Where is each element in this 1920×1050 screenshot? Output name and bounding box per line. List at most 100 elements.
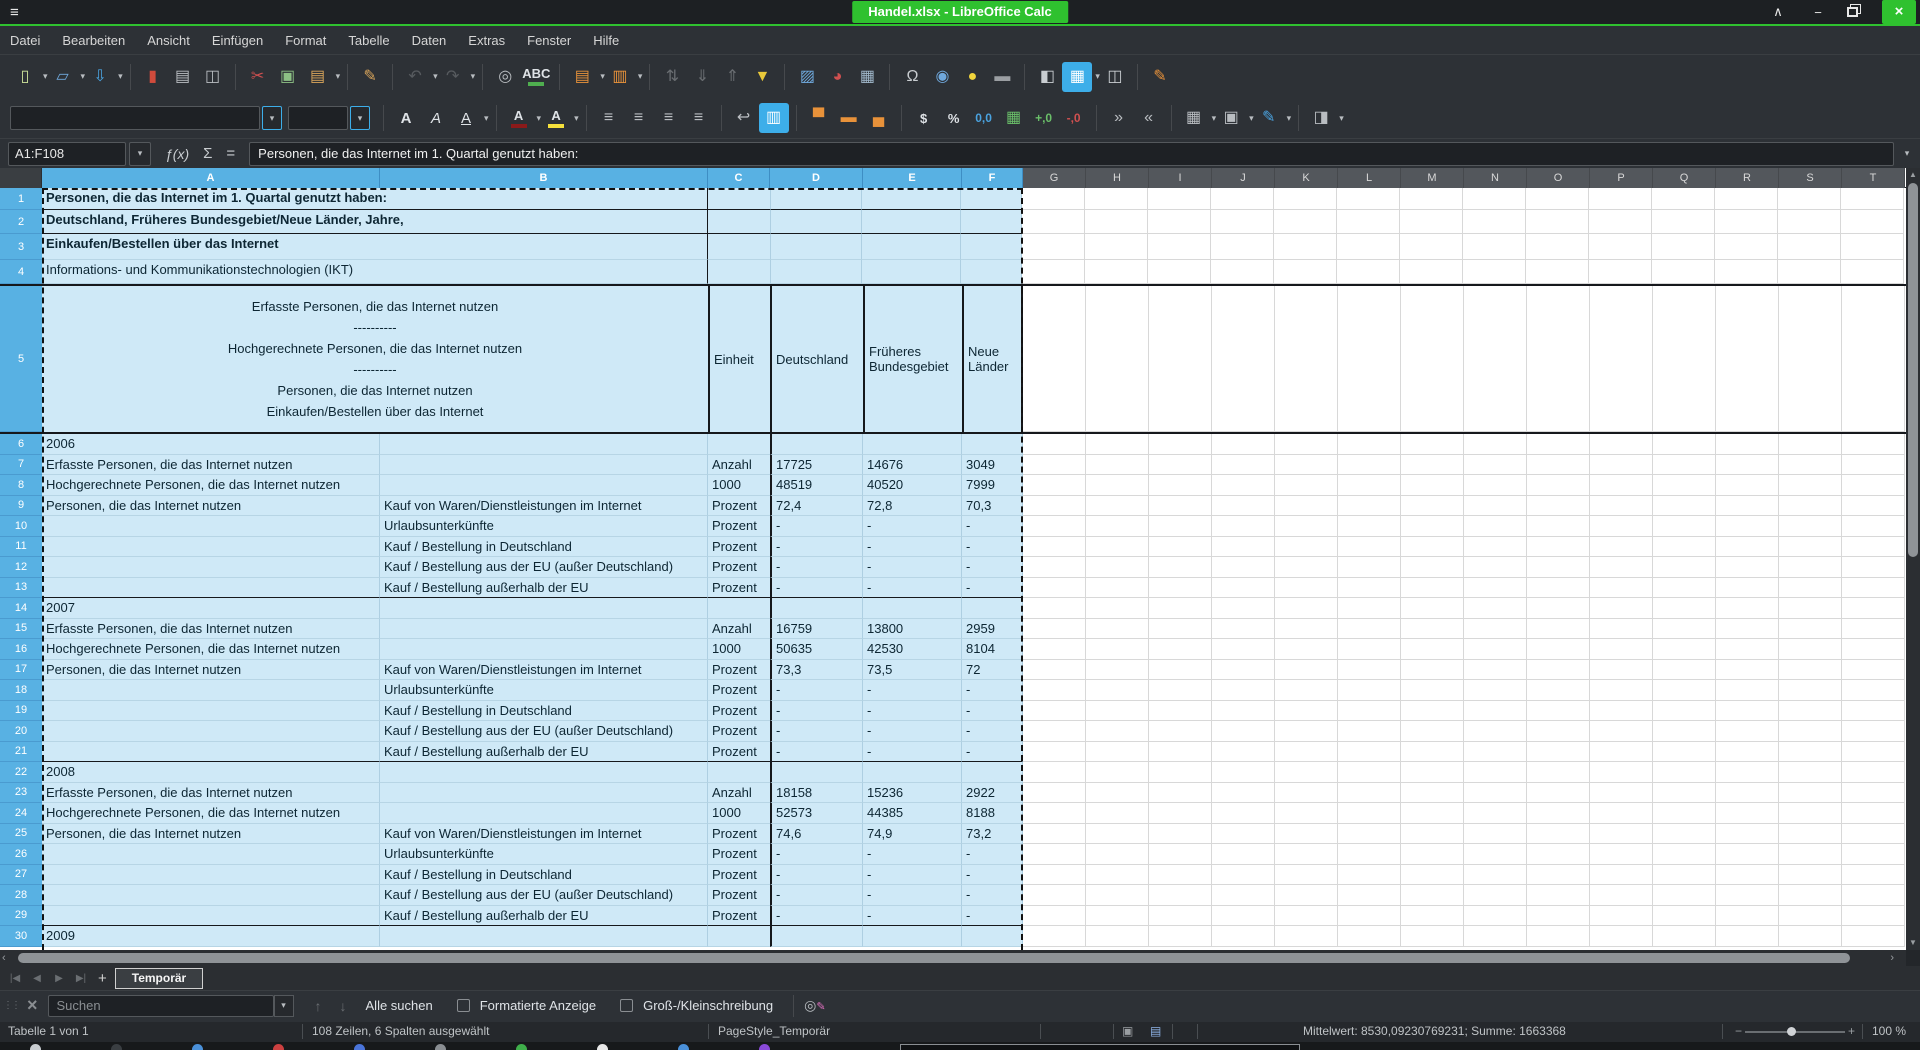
redo-icon[interactable]: ↷ xyxy=(438,62,468,92)
cell-I1[interactable] xyxy=(1148,188,1211,210)
cell-G2[interactable] xyxy=(1022,210,1085,234)
cell-Q11[interactable] xyxy=(1653,537,1716,558)
cell-Q21[interactable] xyxy=(1653,742,1716,763)
cell-P10[interactable] xyxy=(1590,516,1653,537)
cell-K18[interactable] xyxy=(1275,680,1338,701)
cell-S25[interactable] xyxy=(1779,824,1842,845)
cell-O8[interactable] xyxy=(1527,475,1590,496)
cell-K2[interactable] xyxy=(1274,210,1337,234)
cell-L30[interactable] xyxy=(1338,926,1401,947)
cell-G16[interactable] xyxy=(1023,639,1086,660)
cell-D20[interactable]: - xyxy=(770,721,863,742)
cell-E29[interactable]: - xyxy=(863,906,962,927)
cell-F20[interactable]: - xyxy=(962,721,1023,742)
row-header-7[interactable]: 7 xyxy=(0,455,42,476)
cell-I13[interactable] xyxy=(1149,578,1212,599)
cell-Q6[interactable] xyxy=(1653,434,1716,455)
cell-C17[interactable]: Prozent xyxy=(708,660,770,681)
cell-J13[interactable] xyxy=(1212,578,1275,599)
cell-J14[interactable] xyxy=(1212,598,1275,619)
cell-E28[interactable]: - xyxy=(863,885,962,906)
cell-I12[interactable] xyxy=(1149,557,1212,578)
cell-O11[interactable] xyxy=(1527,537,1590,558)
currency-icon[interactable]: $ xyxy=(909,103,939,133)
cell-F7[interactable]: 3049 xyxy=(962,455,1023,476)
cell-F5[interactable]: Neue Länder xyxy=(962,286,1023,432)
cell-Q15[interactable] xyxy=(1653,619,1716,640)
cell-P16[interactable] xyxy=(1590,639,1653,660)
next-sheet-icon[interactable]: ▶ xyxy=(52,973,66,984)
cell-F6[interactable] xyxy=(962,434,1023,455)
justify-icon[interactable]: ≡ xyxy=(684,103,714,133)
cell-S2[interactable] xyxy=(1778,210,1841,234)
cell-I30[interactable] xyxy=(1149,926,1212,947)
cell-P15[interactable] xyxy=(1590,619,1653,640)
column-header-R[interactable]: R xyxy=(1716,168,1779,188)
row-header-16[interactable]: 16 xyxy=(0,639,42,660)
cell-P3[interactable] xyxy=(1589,234,1652,260)
cell-J20[interactable] xyxy=(1212,721,1275,742)
cell-I6[interactable] xyxy=(1149,434,1212,455)
cell-B30[interactable] xyxy=(380,926,708,947)
cell-L25[interactable] xyxy=(1338,824,1401,845)
cell-R2[interactable] xyxy=(1715,210,1778,234)
row-header-25[interactable]: 25 xyxy=(0,824,42,845)
cell-H4[interactable] xyxy=(1085,260,1148,284)
cell-E13[interactable]: - xyxy=(863,578,962,599)
scroll-left-icon[interactable]: ‹ xyxy=(2,950,6,966)
cell-F11[interactable]: - xyxy=(962,537,1023,558)
cell-E14[interactable] xyxy=(863,598,962,619)
cell-C11[interactable]: Prozent xyxy=(708,537,770,558)
row-header-19[interactable]: 19 xyxy=(0,701,42,722)
cell-L18[interactable] xyxy=(1338,680,1401,701)
cell-A25[interactable]: Personen, die das Internet nutzen xyxy=(42,824,380,845)
cell-I4[interactable] xyxy=(1148,260,1211,284)
cell-D25[interactable]: 74,6 xyxy=(770,824,863,845)
row-header-27[interactable]: 27 xyxy=(0,865,42,886)
cell-P12[interactable] xyxy=(1590,557,1653,578)
cell-S3[interactable] xyxy=(1778,234,1841,260)
cell-P18[interactable] xyxy=(1590,680,1653,701)
cell-K24[interactable] xyxy=(1275,803,1338,824)
cell-Q7[interactable] xyxy=(1653,455,1716,476)
cell-M19[interactable] xyxy=(1401,701,1464,722)
cell-R6[interactable] xyxy=(1716,434,1779,455)
cell-Q9[interactable] xyxy=(1653,496,1716,517)
column-header-D[interactable]: D xyxy=(770,168,863,188)
cell-H28[interactable] xyxy=(1086,885,1149,906)
cell-O2[interactable] xyxy=(1526,210,1589,234)
cell-M7[interactable] xyxy=(1401,455,1464,476)
cell-G8[interactable] xyxy=(1023,475,1086,496)
cell-C4[interactable] xyxy=(708,260,770,284)
save-icon-dropdown[interactable]: ▾ xyxy=(118,71,123,82)
cell-T5[interactable] xyxy=(1842,286,1905,432)
cell-O7[interactable] xyxy=(1527,455,1590,476)
cell-R10[interactable] xyxy=(1716,516,1779,537)
row-header-26[interactable]: 26 xyxy=(0,844,42,865)
cell-A19[interactable] xyxy=(42,701,380,722)
cell-D2[interactable] xyxy=(770,210,862,234)
cell-I19[interactable] xyxy=(1149,701,1212,722)
cell-L24[interactable] xyxy=(1338,803,1401,824)
cell-B15[interactable] xyxy=(380,619,708,640)
cell-S27[interactable] xyxy=(1779,865,1842,886)
cell-H11[interactable] xyxy=(1086,537,1149,558)
cell-K17[interactable] xyxy=(1275,660,1338,681)
cell-C18[interactable]: Prozent xyxy=(708,680,770,701)
highlight-color-icon[interactable]: A xyxy=(541,103,571,133)
cell-A3[interactable]: Einkaufen/Bestellen über das Internet xyxy=(42,234,708,260)
column-header-C[interactable]: C xyxy=(708,168,770,188)
cell-C3[interactable] xyxy=(708,234,770,260)
cell-L11[interactable] xyxy=(1338,537,1401,558)
cell-N4[interactable] xyxy=(1463,260,1526,284)
formula-input-line[interactable]: Personen, die das Internet im 1. Quartal… xyxy=(249,142,1894,166)
cell-B19[interactable]: Kauf / Bestellung in Deutschland xyxy=(380,701,708,722)
cell-O17[interactable] xyxy=(1527,660,1590,681)
cell-I14[interactable] xyxy=(1149,598,1212,619)
cell-N15[interactable] xyxy=(1464,619,1527,640)
cell-P11[interactable] xyxy=(1590,537,1653,558)
cell-F8[interactable]: 7999 xyxy=(962,475,1023,496)
cell-R16[interactable] xyxy=(1716,639,1779,660)
taskbar-app-icon[interactable] xyxy=(273,1044,284,1050)
cell-T3[interactable] xyxy=(1841,234,1904,260)
